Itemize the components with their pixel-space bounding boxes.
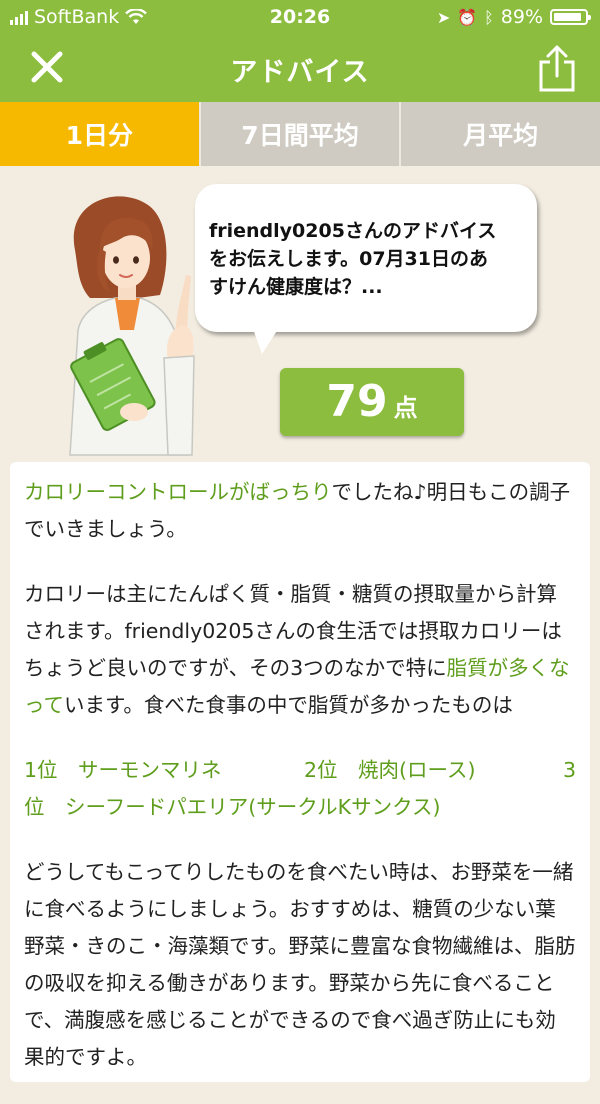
- bluetooth-icon: ᛒ: [484, 7, 494, 27]
- alarm-icon: ⏰: [457, 7, 478, 27]
- page-title: アドバイス: [230, 57, 370, 88]
- status-bar: SoftBank 20:26 ➤ ⏰ ᛒ 89%: [0, 0, 600, 34]
- rank-2: 2位 焼肉(ロース): [304, 758, 476, 782]
- speech-bubble: friendly0205さんのアドバイス をお伝えします。07月31日のあ すけ…: [195, 184, 537, 332]
- battery-percent: 89%: [500, 6, 543, 28]
- speech-bubble-tail: [252, 326, 280, 354]
- share-button[interactable]: [534, 42, 580, 94]
- battery-fill: [554, 13, 581, 21]
- rank-3-number: 3: [562, 758, 576, 782]
- advice-highlight-calorie: カロリーコントロールがばっちり: [24, 480, 332, 504]
- advice-text: カロリーコントロールがばっちりでしたね♪明日もこの調子でいきましょう。 カロリー…: [24, 474, 576, 1104]
- period-tabs: 1日分 7日間平均 月平均: [0, 102, 600, 166]
- nav-bar: アドバイス: [0, 34, 600, 102]
- location-icon: ➤: [436, 7, 451, 27]
- advice-text-2b: います。食べた食事の中で脂質が多かったものは: [63, 693, 513, 717]
- share-icon: [539, 45, 575, 92]
- advice-card: カロリーコントロールがばっちりでしたね♪明日もこの調子でいきましょう。 カロリー…: [10, 462, 590, 1082]
- health-score-badge: 79 点: [280, 368, 464, 436]
- advice-paragraph-3: どうしてもこってりしたものを食べたい時は、お野菜を一緒に食べるようにしましょう。…: [24, 860, 576, 1069]
- tab-monthly-average[interactable]: 月平均: [399, 102, 600, 166]
- battery-icon: [550, 9, 591, 25]
- advice-paragraph-1: カロリーコントロールがばっちりでしたね♪明日もこの調子でいきましょう。: [24, 474, 576, 548]
- status-right: ➤ ⏰ ᛒ 89%: [436, 6, 591, 28]
- rank-3: 位 シーフードパエリア(サークルKサンクス): [24, 795, 441, 819]
- tab-1day[interactable]: 1日分: [0, 102, 199, 166]
- advisor-character-illustration: [69, 196, 195, 456]
- score-unit: 点: [393, 394, 418, 422]
- bubble-text: friendly0205さんのアドバイス をお伝えします。07月31日のあ すけ…: [209, 220, 497, 298]
- advice-paragraph-2: カロリーは主にたんぱく質・脂質・糖質の摂取量から計算されます。friendly0…: [24, 576, 576, 724]
- fat-ranking: 1位 サーモンマリネ 2位 焼肉(ロース) 3 位 シーフードパエリア(サークル…: [24, 752, 576, 826]
- rank-1: 1位 サーモンマリネ: [24, 758, 222, 782]
- score-value: 79: [326, 376, 388, 427]
- tab-7day-average[interactable]: 7日間平均: [198, 102, 400, 166]
